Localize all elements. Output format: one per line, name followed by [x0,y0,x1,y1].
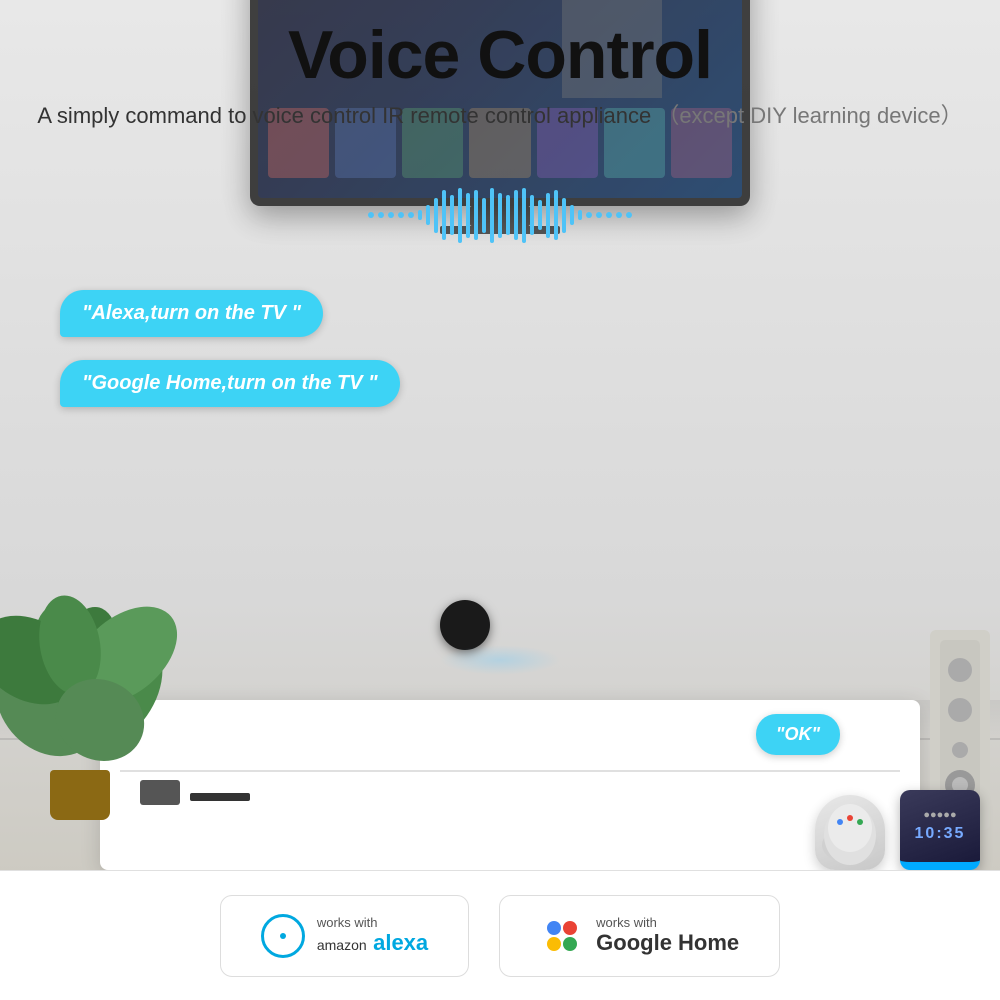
ir-device-body [440,600,490,650]
wave-bar [418,210,422,220]
wave-bar [538,200,542,230]
wave-dot [606,212,612,218]
alexa-badge: works with amazon alexa [220,895,469,977]
flat-device [190,793,250,801]
header-section: Voice Control A simply command to voice … [0,18,1000,132]
google-icon [540,914,584,958]
ir-glow [440,645,560,675]
ok-bubble: "OK" [756,714,840,755]
wave-bar [562,198,566,233]
wave-dot [616,212,622,218]
alexa-dot-icon [280,933,286,939]
amazon-echo-dot-clock: ●●●●● 10:35 [900,790,980,870]
google-home-badge: works with Google Home [499,895,780,977]
ir-blaster-device [440,600,560,680]
wave-dot [398,212,404,218]
alexa-label: alexa [373,930,428,955]
alexa-brand: amazon alexa [317,930,428,956]
google-badge-text: works with Google Home [596,915,739,956]
wave-dot [368,212,374,218]
wave-bar [482,198,486,233]
wave-bar [442,190,446,240]
wave-bar [554,190,558,240]
wave-bar [506,195,510,235]
subtitle-main: A simply command to voice control IR rem… [37,103,651,128]
subtitle: A simply command to voice control IR rem… [0,101,1000,132]
smart-speakers: ●●●●● 10:35 [815,790,980,870]
wave-bar [570,205,574,225]
plant-leaves [0,480,190,780]
wave-dot [596,212,602,218]
plant-decoration [0,480,190,820]
wave-bar [514,190,518,240]
google-brand-label: Google Home [596,930,739,956]
clock-display: 10:35 [915,825,966,843]
page-title: Voice Control [0,18,1000,93]
wave-dot [586,212,592,218]
living-room-scene: GONE GIRL "Alexa,turn on the TV " "Googl… [0,230,1000,870]
wave-bar [546,193,550,238]
wave-bar [498,193,502,238]
wave-bar [474,190,478,240]
google-bubble: "Google Home,turn on the TV " [60,360,400,407]
shelf-item [190,785,250,801]
amazon-label: amazon [317,937,367,953]
soundwave [0,185,1000,245]
wave-bar [490,188,494,243]
google-works-label: works with [596,915,739,930]
wave-dot [388,212,394,218]
wave-bar [434,198,438,233]
wave-bar [458,188,462,243]
alexa-bubble: "Alexa,turn on the TV " [60,290,323,337]
wave-dot [378,212,384,218]
alexa-ring-icon [261,914,305,958]
wave-bar [426,205,430,225]
subtitle-light: （except DIY learning device） [651,103,962,128]
compatibility-badges: works with amazon alexa works with Googl… [0,870,1000,1000]
wave-bar [578,210,582,220]
wave-bar [522,188,526,243]
google-home-mini [815,795,885,870]
shelf-divider [120,770,900,772]
alexa-icon [261,914,305,958]
alexa-works-label: works with [317,915,428,930]
wave-bar [530,195,534,235]
wave-bar [466,193,470,238]
wave-bar [450,195,454,235]
wave-dot [408,212,414,218]
wave-dot [626,212,632,218]
alexa-badge-text: works with amazon alexa [317,915,428,956]
